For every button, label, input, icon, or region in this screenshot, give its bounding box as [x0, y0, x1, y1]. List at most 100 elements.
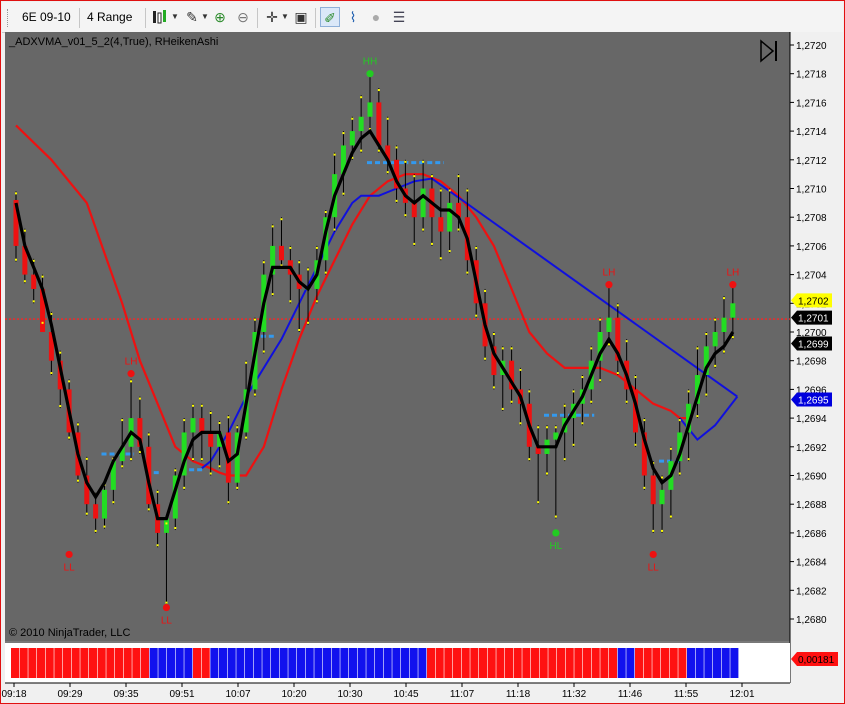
- candle-low-tick: [59, 405, 62, 408]
- candle-high-tick: [15, 192, 17, 195]
- price-marker-label: 1,2701: [798, 314, 829, 325]
- candle-high-tick: [130, 380, 133, 383]
- histogram-bar: [210, 648, 219, 678]
- histogram-bar: [617, 648, 626, 678]
- candle-high-tick: [236, 426, 239, 429]
- histogram-bar: [392, 648, 401, 678]
- candle-low-tick: [342, 192, 345, 195]
- candle-low-tick: [271, 293, 274, 296]
- price-tick-label: 1,2682: [796, 586, 827, 597]
- candle-high-tick: [723, 297, 725, 300]
- candle-low-tick: [76, 479, 79, 482]
- candle-low-tick: [687, 458, 690, 461]
- swing-marker: [552, 529, 560, 537]
- candle-high-tick: [475, 246, 478, 249]
- candle-high-tick: [546, 426, 548, 429]
- candle-low-tick: [643, 486, 646, 489]
- histogram-bar: [357, 648, 366, 678]
- candle-high-tick: [324, 211, 327, 214]
- candle-high-tick: [563, 404, 566, 407]
- candle-high-tick: [227, 416, 230, 419]
- price-marker-label: 1,2695: [798, 395, 829, 406]
- histogram-bar: [669, 648, 678, 678]
- candle-low-tick: [377, 149, 380, 152]
- histogram-bar: [375, 648, 384, 678]
- histogram-bar: [548, 648, 557, 678]
- histogram-bar: [444, 648, 453, 678]
- candle-high-tick: [280, 218, 283, 221]
- candle-high-tick: [625, 340, 628, 343]
- histogram-bar: [453, 648, 462, 678]
- swing-marker: [649, 550, 657, 559]
- histogram-bar: [219, 648, 228, 678]
- histogram-bar: [401, 648, 410, 678]
- candle-low-tick: [156, 544, 159, 547]
- swing-label: LL: [161, 616, 173, 627]
- histogram-bar: [704, 648, 713, 678]
- candle-low-tick: [183, 486, 186, 489]
- price-tick-label: 1,2698: [796, 357, 827, 368]
- histogram-bar: [193, 648, 202, 678]
- candle-low-tick: [448, 250, 451, 253]
- candle-high-tick: [457, 175, 460, 178]
- candle-high-tick: [315, 246, 318, 249]
- candle-high-tick: [307, 268, 310, 271]
- candle-low-tick: [112, 501, 115, 504]
- candle-low-tick: [484, 357, 487, 360]
- candle-down: [199, 418, 205, 433]
- candle-down: [438, 217, 444, 232]
- price-tick-label: 1,2694: [796, 414, 827, 425]
- price-tick-label: 1,2714: [796, 127, 827, 138]
- histogram-bar: [323, 648, 332, 678]
- price-chart[interactable]: 1,2720 1,2718 1,2716 1,2714 1,2712 1,2710 1,27…: [1, 1, 844, 703]
- candle-up: [163, 518, 169, 533]
- time-tick-label: 10:07: [225, 689, 250, 700]
- candle-high-tick: [696, 347, 699, 350]
- candle-high-tick: [218, 421, 221, 424]
- swing-marker: [162, 603, 171, 612]
- histogram-bar: [635, 648, 644, 678]
- swing-label: LH: [125, 357, 138, 368]
- histogram-bar: [539, 648, 548, 678]
- candle-high-tick: [192, 404, 194, 407]
- candle-high-tick: [23, 229, 26, 232]
- histogram-bar: [63, 648, 72, 678]
- price-tick-label: 1,2712: [796, 156, 827, 167]
- swing-label: LH: [726, 268, 739, 279]
- histogram-bar: [678, 648, 687, 678]
- histogram-bar: [721, 648, 730, 678]
- candle-low-tick: [634, 443, 637, 446]
- candle-low-tick: [510, 400, 513, 403]
- histogram-bar: [167, 648, 176, 678]
- candle-low-tick: [678, 472, 681, 475]
- skip-to-end-icon[interactable]: [758, 39, 782, 63]
- histogram-bar: [565, 648, 574, 678]
- candle-high-tick: [643, 419, 646, 422]
- candle-high-tick: [200, 404, 203, 407]
- histogram-bar: [279, 648, 288, 678]
- histogram-bar: [271, 648, 280, 678]
- time-tick-label: 12:01: [729, 689, 754, 700]
- candle-low-tick: [519, 422, 522, 425]
- swing-label: HH: [363, 57, 377, 68]
- candle-high-tick: [422, 160, 425, 163]
- time-tick-label: 11:55: [674, 689, 699, 700]
- histogram-bar: [54, 648, 63, 678]
- histogram-bar: [435, 648, 444, 678]
- candle-high-tick: [537, 426, 540, 429]
- price-marker-label: 1,2702: [798, 296, 829, 307]
- candle-high-tick: [705, 333, 708, 335]
- candle-low-tick: [333, 228, 336, 231]
- histogram-bar: [80, 648, 89, 678]
- candle-low-tick: [714, 364, 717, 367]
- candle-low-tick: [616, 372, 619, 375]
- histogram-bar: [297, 648, 306, 678]
- candle-low-tick: [307, 321, 310, 324]
- histogram-bar: [184, 648, 193, 678]
- candle-low-tick: [85, 512, 88, 515]
- histogram-bar: [331, 648, 340, 678]
- histogram-bar: [609, 648, 618, 678]
- candle-down: [376, 102, 382, 146]
- candle-high-tick: [528, 390, 531, 393]
- price-marker: 1,2699: [791, 336, 832, 351]
